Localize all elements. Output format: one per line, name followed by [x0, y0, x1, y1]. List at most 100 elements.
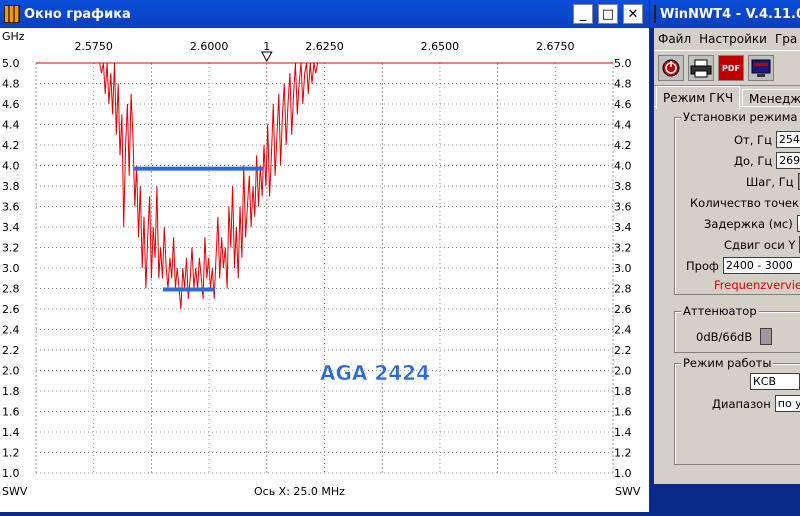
attenuator-title: Аттенюатор — [681, 304, 759, 318]
menu-settings[interactable]: Настройки — [695, 32, 771, 46]
pdf-icon[interactable]: PDF — [718, 55, 744, 81]
mode-row: КСВ — [750, 373, 800, 390]
yshift-row: Сдвиг оси Y — [724, 236, 800, 253]
cursor-triangle-icon — [260, 51, 273, 63]
attenuator-row: 0dB/66dB — [696, 328, 773, 345]
y-tick-label-right: 3.0 — [614, 262, 632, 275]
sweep-settings-title: Установки режима Г — [681, 110, 800, 124]
x-axis-step-label: Ось X: 25.0 MHz — [254, 485, 345, 498]
y-tick-label-right: 4.8 — [614, 78, 632, 91]
step-row: Шаг, Гц — [746, 173, 800, 190]
to-label: До, Гц — [734, 153, 773, 168]
tab-sweep-mode[interactable]: Режим ГКЧ — [656, 86, 741, 109]
menu-graph[interactable]: Гра — [771, 32, 800, 46]
range-row: Диапазон по у — [712, 395, 800, 412]
y-tick-label-right: 3.2 — [614, 242, 632, 255]
x-unit-label: GHz — [2, 30, 25, 43]
monitor-icon[interactable] — [748, 55, 774, 81]
yshift-label: Сдвиг оси Y — [724, 237, 796, 252]
to-row: До, Гц 2697 — [734, 152, 800, 169]
y-tick-label-left: 3.4 — [2, 221, 20, 234]
winnwt-titlebar[interactable]: WinNWT4 - V.4.11.0 — [650, 0, 800, 28]
points-label: Количество точек — [690, 195, 799, 210]
y-tick-label-right: 1.2 — [614, 447, 632, 460]
x-tick-label: 2.6000 — [190, 40, 229, 53]
y-tick-label-left: 1.4 — [2, 426, 20, 439]
y-tick-label-right: 2.4 — [614, 324, 632, 337]
profile-label: Проф — [686, 258, 719, 273]
y-tick-label-left: 3.0 — [2, 262, 20, 275]
y-tick-label-left: 5.0 — [2, 57, 20, 70]
x-tick-label: 2.6750 — [536, 40, 575, 53]
y-tick-label-right: 1.6 — [614, 406, 632, 419]
from-label: От, Гц — [734, 132, 772, 147]
y-tick-label-right: 4.6 — [614, 98, 632, 111]
y-axis-label-left: SWV — [2, 485, 28, 498]
window-bottom-strip — [650, 484, 800, 512]
y-tick-label-left: 4.8 — [2, 78, 20, 91]
power-icon[interactable] — [658, 55, 684, 81]
delay-label: Задержка (мс) — [704, 216, 793, 231]
winnwt-window-title: WinNWT4 - V.4.11.0 — [660, 6, 800, 22]
profile-select[interactable]: 2400 - 3000 — [722, 257, 800, 274]
graph-area[interactable]: 2.5750 2.6000 2.6250 2.6500 2.6750 5.0 5.0 4.8 4… — [0, 28, 649, 512]
range-label: Диапазон — [712, 396, 771, 411]
tab-strip: Режим ГКЧ Менедж — [654, 86, 800, 109]
watermark-text: AGA 2424 — [320, 361, 430, 385]
points-row: Количество точек — [690, 194, 800, 211]
y-tick-label-left: 4.2 — [2, 139, 20, 152]
y-tick-label-right: 3.6 — [614, 201, 632, 214]
y-tick-label-left: 1.0 — [2, 467, 20, 480]
y-tick-label-left: 2.8 — [2, 283, 20, 296]
y-axis-label-right: SWV — [615, 485, 641, 498]
attenuator-select[interactable] — [760, 328, 773, 345]
step-label: Шаг, Гц — [746, 174, 794, 189]
y-tick-label-left: 2.0 — [2, 365, 20, 378]
to-field[interactable]: 2697 — [776, 152, 800, 169]
y-tick-label-right: 1.4 — [614, 426, 632, 439]
y-tick-label-left: 3.2 — [2, 242, 20, 255]
toolbar: PDF — [654, 50, 800, 86]
x-tick-label: 2.5750 — [74, 40, 113, 53]
menu-bar: Файл Настройки Гра — [654, 28, 800, 50]
y-tick-label-right: 3.4 — [614, 221, 632, 234]
axis-labels: 2.5750 2.6000 2.6250 2.6500 2.6750 5.0 5.0 4.8 4… — [2, 40, 632, 480]
sweep-panel: Установки режима Г От, Гц 254 До, Гц 269… — [654, 106, 800, 484]
from-row: От, Гц 254 — [734, 131, 800, 148]
app-icon — [4, 5, 20, 23]
minimize-button[interactable]: _ — [573, 4, 593, 24]
y-tick-label-left: 1.2 — [2, 447, 20, 460]
attenuator-value: 0dB/66dB — [696, 329, 753, 344]
graph-window: Окно графика _ □ ✕ 2.5750 2.6000 2.6250 2.6… — [0, 0, 650, 512]
graph-window-title: Окно графика — [24, 6, 131, 22]
cursor-marker-label: 1 — [263, 40, 270, 53]
y-tick-label-right: 4.0 — [614, 160, 632, 173]
mode-title: Режим работы — [681, 356, 774, 370]
y-tick-label-right: 3.8 — [614, 180, 632, 193]
graph-titlebar[interactable]: Окно графика _ □ ✕ — [0, 0, 649, 28]
y-tick-label-right: 1.8 — [614, 385, 632, 398]
y-tick-label-left: 2.2 — [2, 344, 20, 357]
maximize-button[interactable]: □ — [598, 4, 618, 24]
y-tick-label-left: 2.6 — [2, 303, 20, 316]
x-tick-label: 2.6250 — [305, 40, 344, 53]
y-tick-label-left: 4.4 — [2, 119, 20, 132]
close-button[interactable]: ✕ — [623, 4, 643, 24]
printer-icon[interactable] — [688, 55, 714, 81]
swr-chart[interactable]: 2.5750 2.6000 2.6250 2.6500 2.6750 5.0 5.0 4.8 4… — [0, 28, 649, 512]
frequency-warning: Frequenzvervie — [714, 278, 800, 292]
range-select[interactable]: по у — [774, 395, 800, 412]
y-tick-label-left: 3.8 — [2, 180, 20, 193]
mode-select[interactable]: КСВ — [750, 373, 800, 390]
cursor-marker[interactable]: 1 — [260, 40, 273, 63]
y-tick-label-left: 4.0 — [2, 160, 20, 173]
y-tick-label-right: 4.4 — [614, 119, 632, 132]
delay-row: Задержка (мс) — [704, 215, 800, 232]
menu-file[interactable]: Файл — [654, 32, 695, 46]
winnwt-body: Файл Настройки Гра PDF Режим ГКЧ Менедж … — [654, 28, 800, 484]
y-tick-label-left: 3.6 — [2, 201, 20, 214]
y-tick-label-right: 2.0 — [614, 365, 632, 378]
from-field[interactable]: 254 — [775, 131, 800, 148]
y-tick-label-right: 2.6 — [614, 303, 632, 316]
profile-row: Проф 2400 - 3000 — [686, 257, 800, 274]
